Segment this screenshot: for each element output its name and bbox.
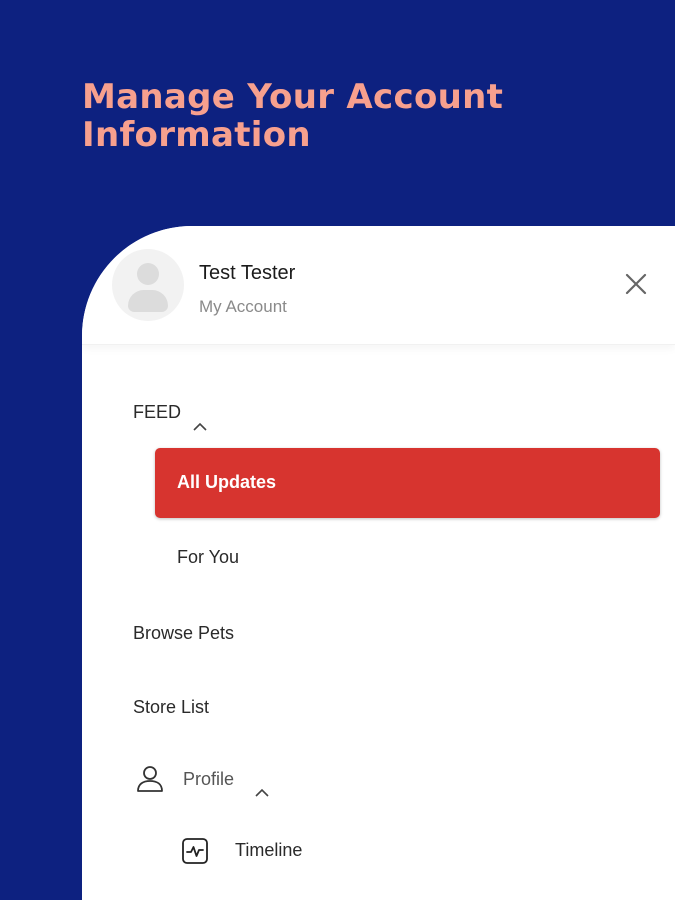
person-icon (137, 766, 163, 792)
headline-line-1: Manage Your Account (82, 77, 504, 117)
menu-item-store-list[interactable]: Store List (133, 697, 209, 718)
menu-item-browse-pets[interactable]: Browse Pets (133, 623, 234, 644)
close-button[interactable] (618, 266, 654, 302)
account-header: Test Tester My Account (82, 226, 675, 345)
user-name: Test Tester (199, 262, 296, 284)
feed-section-toggle[interactable]: FEED (133, 402, 181, 423)
menu-item-for-you[interactable]: For You (177, 547, 239, 568)
avatar-head-shape (137, 263, 159, 285)
menu-item-label: All Updates (177, 472, 277, 492)
chevron-up-icon[interactable] (192, 422, 208, 432)
close-icon (625, 273, 647, 295)
menu-item-timeline[interactable]: Timeline (235, 840, 302, 861)
avatar-body-shape (128, 290, 168, 312)
account-drawer: Test Tester My Account FEED All Updates … (82, 226, 675, 900)
headline-line-2: Information (82, 115, 311, 155)
avatar[interactable] (112, 249, 184, 321)
menu-item-all-updates[interactable]: All Updates (155, 448, 660, 518)
profile-section-toggle[interactable]: Profile (183, 769, 234, 790)
my-account-link[interactable]: My Account (199, 297, 287, 317)
chevron-up-icon[interactable] (254, 788, 270, 798)
activity-pulse-icon (182, 838, 208, 864)
page-headline: Manage Your Account Information (82, 78, 642, 154)
